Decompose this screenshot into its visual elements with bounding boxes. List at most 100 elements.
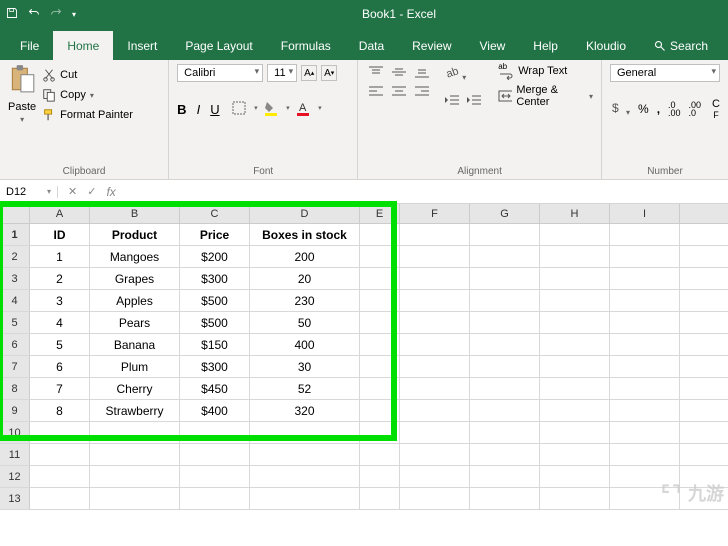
cell-H6[interactable]	[540, 334, 610, 355]
cell-G2[interactable]	[470, 246, 540, 267]
cell-I2[interactable]	[610, 246, 680, 267]
cell-B7[interactable]: Plum	[90, 356, 180, 377]
cell-B10[interactable]	[90, 422, 180, 443]
cell-G5[interactable]	[470, 312, 540, 333]
cell-D5[interactable]: 50	[250, 312, 360, 333]
cell-I7[interactable]	[610, 356, 680, 377]
cell-C12[interactable]	[180, 466, 250, 487]
increase-font-icon[interactable]: A▴	[301, 65, 317, 81]
cell-B1[interactable]: Product	[90, 224, 180, 245]
cell-B2[interactable]: Mangoes	[90, 246, 180, 267]
cell-B11[interactable]	[90, 444, 180, 465]
format-painter-button[interactable]: Format Painter	[42, 108, 133, 122]
accounting-format-icon[interactable]: $▾	[610, 101, 630, 118]
cell-B3[interactable]: Grapes	[90, 268, 180, 289]
row-header-5[interactable]: 5	[0, 312, 30, 333]
paste-dropdown-icon[interactable]: ▾	[20, 115, 24, 124]
number-format-select[interactable]: General	[610, 64, 720, 82]
cell-G6[interactable]	[470, 334, 540, 355]
cell-G11[interactable]	[470, 444, 540, 465]
cell-D10[interactable]	[250, 422, 360, 443]
cell-D9[interactable]: 320	[250, 400, 360, 421]
cell-G13[interactable]	[470, 488, 540, 509]
cell-E11[interactable]	[360, 444, 400, 465]
cell-H12[interactable]	[540, 466, 610, 487]
cell-G7[interactable]	[470, 356, 540, 377]
save-icon[interactable]	[6, 7, 18, 22]
tab-insert[interactable]: Insert	[113, 31, 171, 60]
cell-C5[interactable]: $500	[180, 312, 250, 333]
align-middle-icon[interactable]	[389, 64, 409, 80]
cell-I1[interactable]	[610, 224, 680, 245]
cell-E9[interactable]	[360, 400, 400, 421]
cell-D13[interactable]	[250, 488, 360, 509]
cell-C9[interactable]: $400	[180, 400, 250, 421]
cell-F12[interactable]	[400, 466, 470, 487]
cell-G9[interactable]	[470, 400, 540, 421]
row-header-8[interactable]: 8	[0, 378, 30, 399]
cell-A6[interactable]: 5	[30, 334, 90, 355]
cell-H11[interactable]	[540, 444, 610, 465]
cell-D11[interactable]	[250, 444, 360, 465]
search-button[interactable]: Search	[640, 31, 722, 60]
font-name-select[interactable]: Calibri	[177, 64, 263, 82]
column-header-I[interactable]: I	[610, 204, 680, 223]
cell-C3[interactable]: $300	[180, 268, 250, 289]
tab-file[interactable]: File	[6, 31, 53, 60]
font-color-button[interactable]: A	[294, 100, 316, 118]
column-header-F[interactable]: F	[400, 204, 470, 223]
cell-E1[interactable]	[360, 224, 400, 245]
cell-H2[interactable]	[540, 246, 610, 267]
cell-C10[interactable]	[180, 422, 250, 443]
cell-B4[interactable]: Apples	[90, 290, 180, 311]
cell-B9[interactable]: Strawberry	[90, 400, 180, 421]
increase-indent-icon[interactable]	[466, 93, 482, 112]
tab-view[interactable]: View	[466, 31, 520, 60]
bold-button[interactable]: B	[177, 102, 186, 117]
cell-B6[interactable]: Banana	[90, 334, 180, 355]
tab-data[interactable]: Data	[345, 31, 398, 60]
cell-F11[interactable]	[400, 444, 470, 465]
tab-kloudio[interactable]: Kloudio	[572, 31, 640, 60]
align-center-icon[interactable]	[389, 83, 409, 99]
cell-A2[interactable]: 1	[30, 246, 90, 267]
cell-H1[interactable]	[540, 224, 610, 245]
row-header-4[interactable]: 4	[0, 290, 30, 311]
cell-C2[interactable]: $200	[180, 246, 250, 267]
row-header-6[interactable]: 6	[0, 334, 30, 355]
copy-button[interactable]: Copy▾	[42, 88, 133, 102]
cell-D6[interactable]: 400	[250, 334, 360, 355]
align-left-icon[interactable]	[366, 83, 386, 99]
cell-G12[interactable]	[470, 466, 540, 487]
cell-H4[interactable]	[540, 290, 610, 311]
cell-E3[interactable]	[360, 268, 400, 289]
increase-decimal-icon[interactable]: .0.00	[668, 101, 681, 117]
cell-B5[interactable]: Pears	[90, 312, 180, 333]
row-header-13[interactable]: 13	[0, 488, 30, 509]
cell-G3[interactable]	[470, 268, 540, 289]
cell-F10[interactable]	[400, 422, 470, 443]
row-header-9[interactable]: 9	[0, 400, 30, 421]
cell-A12[interactable]	[30, 466, 90, 487]
merge-center-button[interactable]: Merge & Center▾	[498, 84, 593, 108]
cell-C7[interactable]: $300	[180, 356, 250, 377]
italic-button[interactable]: I	[197, 102, 201, 117]
cell-C8[interactable]: $450	[180, 378, 250, 399]
cancel-icon[interactable]: ✕	[68, 185, 77, 199]
column-header-B[interactable]: B	[90, 204, 180, 223]
cell-I4[interactable]	[610, 290, 680, 311]
cell-I5[interactable]	[610, 312, 680, 333]
cell-G1[interactable]	[470, 224, 540, 245]
cell-F9[interactable]	[400, 400, 470, 421]
tab-review[interactable]: Review	[398, 31, 465, 60]
paste-icon[interactable]	[9, 64, 35, 99]
enter-icon[interactable]: ✓	[87, 185, 96, 199]
cell-C4[interactable]: $500	[180, 290, 250, 311]
cell-F3[interactable]	[400, 268, 470, 289]
redo-icon[interactable]	[50, 7, 62, 22]
cell-E12[interactable]	[360, 466, 400, 487]
tab-help[interactable]: Help	[519, 31, 572, 60]
cell-A11[interactable]	[30, 444, 90, 465]
cell-H7[interactable]	[540, 356, 610, 377]
cell-H8[interactable]	[540, 378, 610, 399]
